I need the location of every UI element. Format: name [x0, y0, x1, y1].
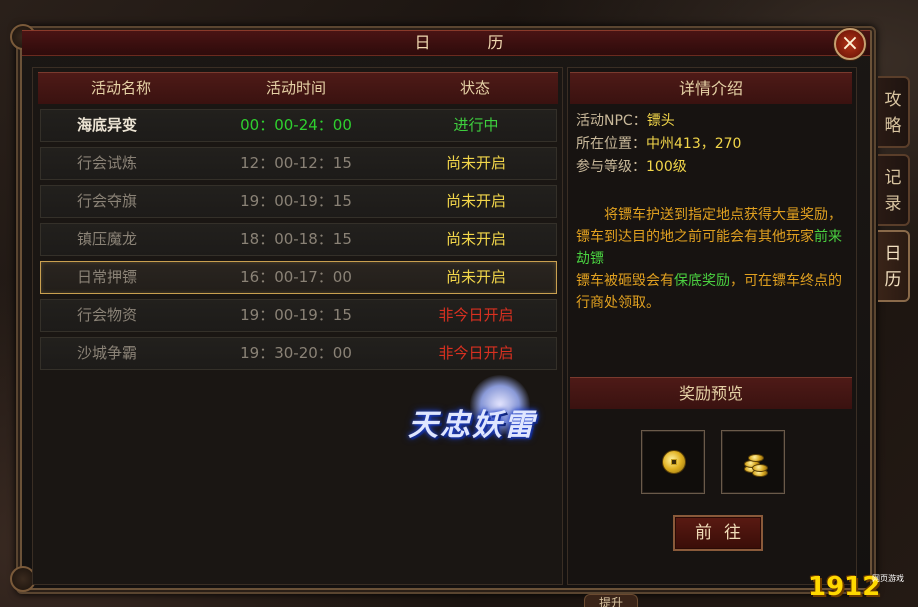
level-label: 参与等级： [576, 159, 646, 175]
level-line: 参与等级：100级 [576, 156, 687, 178]
game-logo: 天忠妖雷 [408, 408, 536, 443]
reward-slot-1[interactable] [641, 430, 705, 494]
activity-name: 海底异变 [77, 116, 138, 134]
activity-time: 18：00-18：15 [240, 230, 352, 248]
activity-row[interactable]: 日常押镖 16：00-17：00 尚未开启 [40, 261, 557, 294]
desc-highlight-2: 保底奖励 [674, 273, 730, 289]
side-tab-char: 略 [884, 116, 902, 136]
activity-status: 尚未开启 [445, 192, 506, 210]
activity-time: 19：30-20：00 [240, 344, 352, 362]
location-line: 所在位置：中州413，270 [576, 133, 741, 155]
activity-row[interactable]: 海底异变 00：00-24：00 进行中 [40, 109, 557, 142]
header-activity-time: 活动时间 [265, 79, 326, 97]
go-button[interactable]: 前往 [673, 515, 763, 551]
npc-value: 镖头 [646, 113, 675, 129]
side-tab-char: 历 [884, 270, 902, 290]
activity-status: 尚未开启 [445, 154, 506, 172]
activity-name: 日常押镖 [77, 268, 138, 286]
close-button[interactable]: × [834, 28, 866, 60]
npc-label: 活动NPC： [576, 113, 647, 129]
activity-status: 尚未开启 [445, 268, 506, 286]
activity-description: 将镖车护送到指定地点获得大量奖励，镖车到达目的地之前可能会有其他玩家前来劫镖 镖… [576, 204, 848, 314]
side-tab[interactable]: 记录 [878, 154, 910, 226]
activity-row[interactable]: 镇压魔龙 18：00-18：15 尚未开启 [40, 223, 557, 256]
window-title: 日 历 [414, 33, 530, 52]
side-tab[interactable]: 攻略 [878, 76, 910, 148]
activity-name: 行会夺旗 [77, 192, 138, 210]
header-activity-name: 活动名称 [90, 79, 151, 97]
reward-slot-2[interactable] [721, 430, 785, 494]
level-value: 100级 [646, 159, 687, 175]
close-icon: × [840, 31, 860, 56]
location-label: 所在位置： [576, 136, 646, 152]
activity-status: 尚未开启 [445, 230, 506, 248]
activity-time: 16：00-17：00 [240, 268, 352, 286]
side-tab[interactable]: 日历 [878, 230, 910, 302]
reward-header: 奖励预览 [570, 377, 852, 409]
side-tab-char: 记 [884, 168, 902, 188]
activity-time: 12：00-12：15 [240, 154, 352, 172]
header-status: 状态 [459, 79, 490, 97]
activity-name: 行会试炼 [77, 154, 138, 172]
activity-row[interactable]: 行会物资 19：00-19：15 非今日开启 [40, 299, 557, 332]
activity-name: 镇压魔龙 [77, 230, 138, 248]
activity-row[interactable]: 行会试炼 12：00-12：15 尚未开启 [40, 147, 557, 180]
side-tab-char: 攻 [884, 90, 902, 110]
desc-part-1: 将镖车护送到指定地点获得大量奖励，镖车到达目的地之前可能会有其他玩家 [576, 207, 842, 245]
npc-line: 活动NPC：镖头 [576, 110, 675, 132]
activity-time: 00：00-24：00 [240, 116, 352, 134]
activity-name: 沙城争霸 [77, 344, 138, 362]
activity-time: 19：00-19：15 [240, 306, 352, 324]
activity-time: 19：00-19：15 [240, 192, 352, 210]
activity-row[interactable]: 沙城争霸 19：30-20：00 非今日开启 [40, 337, 557, 370]
activity-name: 行会物资 [77, 306, 138, 324]
activity-status: 非今日开启 [438, 344, 514, 362]
side-tab-char: 日 [884, 244, 902, 264]
coin-icon [662, 450, 686, 474]
watermark-subtext: 网页游戏 [872, 574, 904, 583]
activity-row[interactable]: 行会夺旗 19：00-19：15 尚未开启 [40, 185, 557, 218]
activity-status: 非今日开启 [438, 306, 514, 324]
detail-header: 详情介绍 [570, 72, 852, 104]
activity-status: 进行中 [453, 116, 499, 134]
bottom-upgrade-tab[interactable]: 提升 [584, 594, 638, 607]
location-value: 中州413，270 [646, 136, 742, 152]
side-tab-char: 录 [884, 194, 902, 214]
desc-part-2: 镖车被砸毁会有 [576, 273, 674, 289]
